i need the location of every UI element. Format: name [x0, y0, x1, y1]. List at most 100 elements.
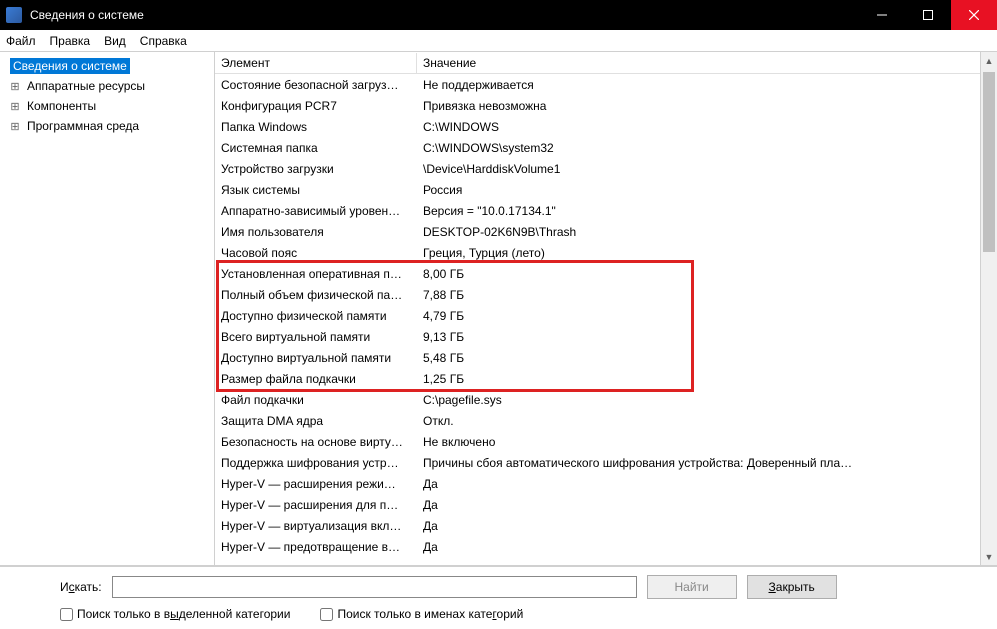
window-title: Сведения о системе [30, 8, 859, 22]
list-row[interactable]: Полный объем физической па…7,88 ГБ [215, 284, 997, 305]
cell-key: Hyper-V — виртуализация вкл… [215, 519, 417, 533]
cell-key: Конфигурация PCR7 [215, 99, 417, 113]
list-row[interactable]: Имя пользователяDESKTOP-02K6N9B\Thrash [215, 221, 997, 242]
tree-item-label: Компоненты [24, 98, 99, 114]
cell-value: Версия = "10.0.17134.1" [417, 204, 997, 218]
cell-value: C:\WINDOWS\system32 [417, 141, 997, 155]
cell-value: 5,48 ГБ [417, 351, 997, 365]
list-row[interactable]: Безопасность на основе вирту…Не включено [215, 431, 997, 452]
vertical-scrollbar[interactable]: ▲ ▼ [980, 52, 997, 565]
scroll-down-icon[interactable]: ▼ [981, 548, 997, 565]
cell-key: Файл подкачки [215, 393, 417, 407]
expand-icon[interactable]: ⊞ [10, 100, 20, 113]
title-bar[interactable]: Сведения о системе [0, 0, 997, 30]
cell-value: Да [417, 540, 997, 554]
cell-value: Не включено [417, 435, 997, 449]
cell-key: Всего виртуальной памяти [215, 330, 417, 344]
close-button[interactable] [951, 0, 997, 30]
cell-key: Hyper-V — расширения режи… [215, 477, 417, 491]
list-row[interactable]: Hyper-V — расширения режи…Да [215, 473, 997, 494]
content-area: Сведения о системе ⊞ Аппаратные ресурсы … [0, 52, 997, 566]
scroll-thumb[interactable] [983, 72, 995, 252]
cell-value: Россия [417, 183, 997, 197]
tree-panel: Сведения о системе ⊞ Аппаратные ресурсы … [0, 52, 215, 565]
list-row[interactable]: Состояние безопасной загруз…Не поддержив… [215, 74, 997, 95]
menu-view[interactable]: Вид [104, 34, 126, 48]
list-row[interactable]: Поддержка шифрования устр…Причины сбоя а… [215, 452, 997, 473]
minimize-button[interactable] [859, 0, 905, 30]
tree-item-hardware[interactable]: ⊞ Аппаратные ресурсы [10, 76, 214, 96]
cell-key: Безопасность на основе вирту… [215, 435, 417, 449]
list-row[interactable]: Папка WindowsC:\WINDOWS [215, 116, 997, 137]
list-row[interactable]: Защита DMA ядраОткл. [215, 410, 997, 431]
cell-key: Доступно физической памяти [215, 309, 417, 323]
cell-value: Привязка невозможна [417, 99, 997, 113]
cell-key: Имя пользователя [215, 225, 417, 239]
cell-key: Поддержка шифрования устр… [215, 456, 417, 470]
list-row[interactable]: Hyper-V — расширения для п…Да [215, 494, 997, 515]
maximize-button[interactable] [905, 0, 951, 30]
cell-key: Установленная оперативная п… [215, 267, 417, 281]
column-element[interactable]: Элемент [215, 53, 417, 73]
list-row[interactable]: Всего виртуальной памяти9,13 ГБ [215, 326, 997, 347]
tree-item-label: Программная среда [24, 118, 142, 134]
find-button[interactable]: Найти [647, 575, 737, 599]
cell-value: Да [417, 519, 997, 533]
cell-key: Папка Windows [215, 120, 417, 134]
menu-help[interactable]: Справка [140, 34, 187, 48]
scroll-up-icon[interactable]: ▲ [981, 52, 997, 69]
list-row[interactable]: Hyper-V — виртуализация вкл…Да [215, 515, 997, 536]
list-row[interactable]: Конфигурация PCR7Привязка невозможна [215, 95, 997, 116]
expand-icon[interactable]: ⊞ [10, 120, 20, 133]
close-search-button[interactable]: Закрыть [747, 575, 837, 599]
list-row[interactable]: Аппаратно-зависимый уровен…Версия = "10.… [215, 200, 997, 221]
list-row[interactable]: Часовой поясГреция, Турция (лето) [215, 242, 997, 263]
cell-key: Hyper-V — расширения для п… [215, 498, 417, 512]
search-input[interactable] [112, 576, 637, 598]
cell-value: Греция, Турция (лето) [417, 246, 997, 260]
cell-key: Размер файла подкачки [215, 372, 417, 386]
list-row[interactable]: Установленная оперативная п…8,00 ГБ [215, 263, 997, 284]
tree-item-components[interactable]: ⊞ Компоненты [10, 96, 214, 116]
cell-key: Системная папка [215, 141, 417, 155]
list-row[interactable]: Устройство загрузки\Device\HarddiskVolum… [215, 158, 997, 179]
column-value[interactable]: Значение [417, 53, 997, 73]
cell-value: 7,88 ГБ [417, 288, 997, 302]
checkbox[interactable] [60, 608, 73, 621]
cell-value: C:\WINDOWS [417, 120, 997, 134]
app-window: Сведения о системе Файл Правка Вид Справ… [0, 0, 997, 629]
list-row[interactable]: Файл подкачкиC:\pagefile.sys [215, 389, 997, 410]
list-header: Элемент Значение [215, 52, 997, 74]
search-category-names-checkbox[interactable]: Поиск только в именах категорий [320, 607, 523, 621]
list-panel: Элемент Значение Состояние безопасной за… [215, 52, 997, 565]
tree-item-software[interactable]: ⊞ Программная среда [10, 116, 214, 136]
menu-edit[interactable]: Правка [50, 34, 91, 48]
cell-key: Hyper-V — предотвращение в… [215, 540, 417, 554]
search-panel: Искать: Найти Закрыть Поиск только в выд… [0, 566, 997, 629]
tree-root[interactable]: Сведения о системе [10, 56, 214, 76]
expand-icon[interactable]: ⊞ [10, 80, 20, 93]
list-row[interactable]: Доступно физической памяти4,79 ГБ [215, 305, 997, 326]
tree-item-label: Аппаратные ресурсы [24, 78, 148, 94]
menu-file[interactable]: Файл [6, 34, 36, 48]
cell-key: Часовой пояс [215, 246, 417, 260]
list-body[interactable]: Состояние безопасной загруз…Не поддержив… [215, 74, 997, 565]
cell-value: 8,00 ГБ [417, 267, 997, 281]
cell-value: Да [417, 498, 997, 512]
list-row[interactable]: Hyper-V — предотвращение в…Да [215, 536, 997, 557]
checkbox[interactable] [320, 608, 333, 621]
list-row[interactable]: Язык системыРоссия [215, 179, 997, 200]
cell-value: DESKTOP-02K6N9B\Thrash [417, 225, 997, 239]
cell-key: Полный объем физической па… [215, 288, 417, 302]
search-selected-category-checkbox[interactable]: Поиск только в выделенной категории [60, 607, 290, 621]
cell-value: 9,13 ГБ [417, 330, 997, 344]
list-row[interactable]: Размер файла подкачки1,25 ГБ [215, 368, 997, 389]
search-label: Искать: [60, 580, 102, 594]
cell-value: Не поддерживается [417, 78, 997, 92]
cell-key: Язык системы [215, 183, 417, 197]
cell-key: Устройство загрузки [215, 162, 417, 176]
cell-value: Да [417, 477, 997, 491]
cell-value: Причины сбоя автоматического шифрования … [417, 456, 997, 470]
list-row[interactable]: Системная папкаC:\WINDOWS\system32 [215, 137, 997, 158]
list-row[interactable]: Доступно виртуальной памяти5,48 ГБ [215, 347, 997, 368]
